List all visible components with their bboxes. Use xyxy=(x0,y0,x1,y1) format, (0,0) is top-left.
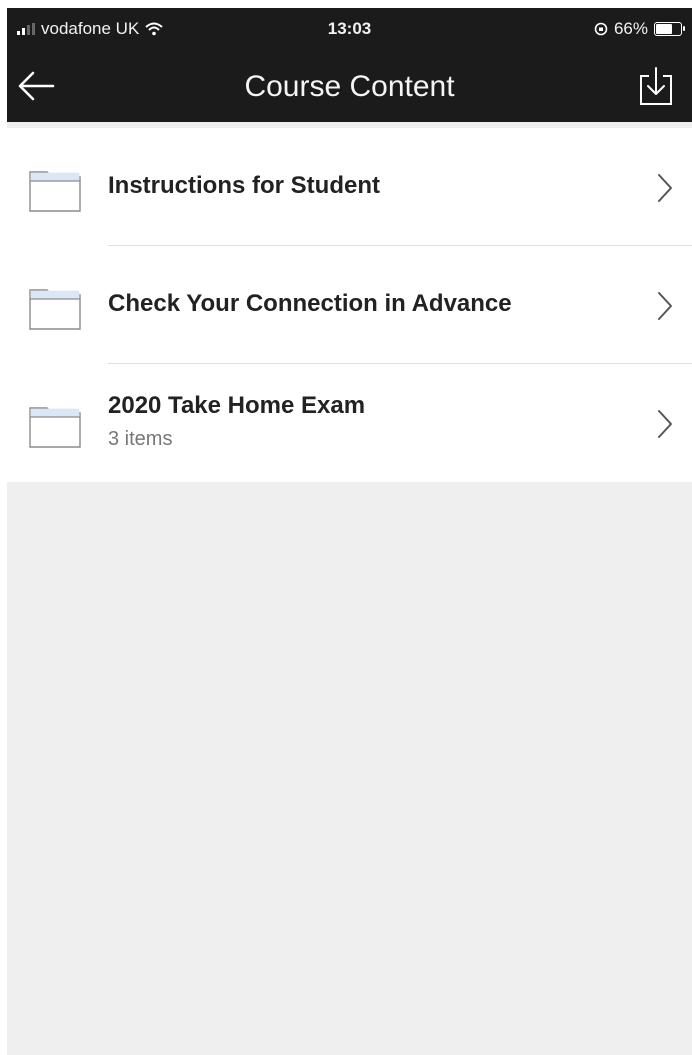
list-item[interactable]: 2020 Take Home Exam 3 items xyxy=(7,364,692,482)
page-title: Course Content xyxy=(244,70,455,103)
chevron-right-icon xyxy=(658,174,672,202)
status-bar: vodafone UK 13:03 66% xyxy=(7,8,692,48)
folder-icon xyxy=(29,289,81,330)
battery-percent: 66% xyxy=(613,19,648,38)
download-button[interactable] xyxy=(634,62,678,110)
item-label: 2020 Take Home Exam xyxy=(108,392,366,419)
chevron-right-icon xyxy=(658,292,672,320)
orientation-lock-icon xyxy=(594,22,608,36)
list-item[interactable]: Check Your Connection in Advance xyxy=(7,246,692,364)
item-label: Instructions for Student xyxy=(108,172,380,199)
content-list: Instructions for Student Check Your Conn… xyxy=(7,128,692,482)
nav-bar: Course Content xyxy=(7,52,692,122)
folder-icon xyxy=(29,407,81,448)
clock: 13:03 xyxy=(327,19,372,38)
battery-icon xyxy=(654,22,685,36)
chevron-right-icon xyxy=(658,410,672,438)
status-right: 66% xyxy=(594,19,685,39)
list-item[interactable]: Instructions for Student xyxy=(7,128,692,246)
app-frame: vodafone UK 13:03 66% Course Content Ins… xyxy=(7,8,692,1055)
item-label: Check Your Connection in Advance xyxy=(108,290,512,317)
item-count: 3 items xyxy=(108,428,173,450)
download-icon xyxy=(640,67,672,105)
top-bar: vodafone UK 13:03 66% Course Content xyxy=(7,8,692,122)
folder-icon xyxy=(29,171,81,212)
